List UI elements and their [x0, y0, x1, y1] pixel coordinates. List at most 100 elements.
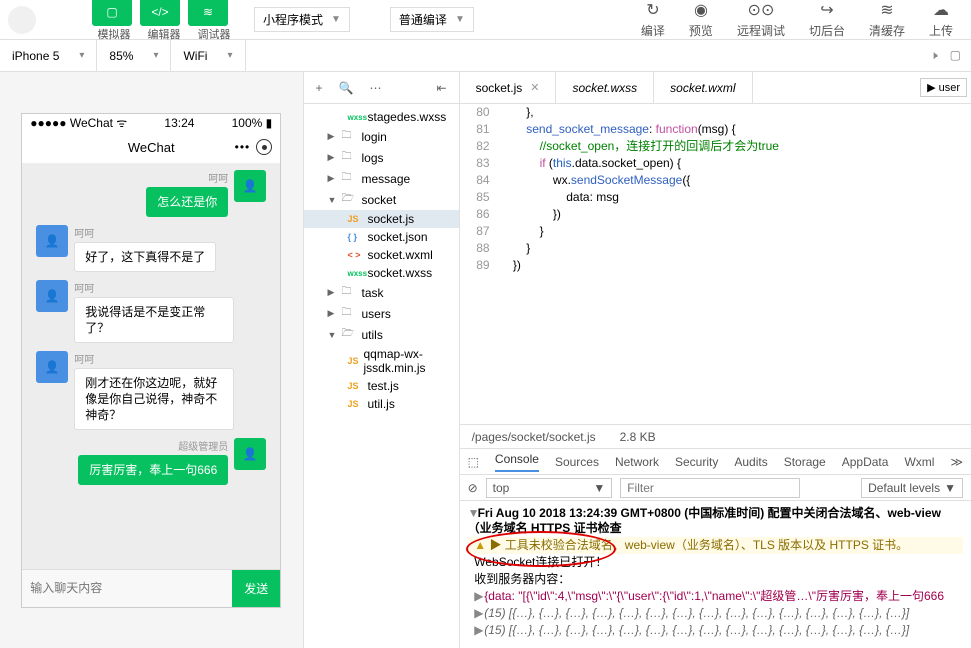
message-bubble: 我说得话是不是变正常了？: [74, 297, 234, 343]
devtools-tab[interactable]: AppData: [842, 455, 889, 469]
devtools-tab[interactable]: Storage: [784, 455, 826, 469]
message-name: 呵呵: [74, 280, 234, 295]
tree-folder[interactable]: ▶🗀task: [304, 282, 459, 303]
console-line: ▶(15) [{…}, {…}, {…}, {…}, {…}, {…}, {…}…: [468, 622, 963, 639]
tree-file[interactable]: JSqqmap-wx-jssdk.min.js: [304, 345, 459, 377]
devtools-tab[interactable]: Network: [615, 455, 659, 469]
levels-select[interactable]: Default levels ▼: [861, 478, 963, 498]
filter-input[interactable]: [620, 478, 800, 498]
devtools-tab[interactable]: Sources: [555, 455, 599, 469]
message-name: 超级管理员: [178, 438, 228, 453]
refresh-icon: ↻: [646, 0, 659, 20]
editor-tab[interactable]: socket.wxss: [556, 72, 654, 103]
devtools-tab[interactable]: Console: [495, 452, 539, 472]
collapse-icon[interactable]: ⇤: [437, 81, 447, 95]
tree-folder[interactable]: ▶🗀users: [304, 303, 459, 324]
message-name: 呵呵: [74, 225, 216, 240]
console-line: ▶(15) [{…}, {…}, {…}, {…}, {…}, {…}, {…}…: [468, 605, 963, 622]
compile-tool[interactable]: ↻编译: [631, 0, 675, 41]
message-row: 👤 呵呵我说得话是不是变正常了？: [30, 280, 272, 343]
close-icon[interactable]: ✕: [530, 81, 539, 94]
tree-file[interactable]: JStest.js: [304, 377, 459, 395]
more-icon[interactable]: ⋯: [369, 81, 381, 95]
background-tool[interactable]: ↪切后台: [799, 0, 855, 41]
clear-icon[interactable]: ⊘: [468, 481, 478, 495]
code-area[interactable]: 80818283848586878889 }, send_socket_mess…: [460, 104, 971, 424]
tree-file[interactable]: JSutil.js: [304, 395, 459, 413]
mute-icon[interactable]: 🕨: [930, 48, 938, 63]
editor-tab[interactable]: socket.wxml: [654, 72, 752, 103]
console-line: 收到服务器内容：: [468, 571, 963, 588]
cloud-icon: ☁: [933, 0, 949, 20]
chevron-down-icon: ▼: [455, 14, 465, 25]
console-line: WebSocket连接已打开！: [468, 554, 963, 571]
side-tab[interactable]: ▶ user: [920, 78, 967, 97]
console-warning: ▲ ▶ 工具未校验合法域名、web-view（业务域名）、TLS 版本以及 HT…: [468, 537, 963, 554]
rotate-icon[interactable]: ▢: [950, 48, 961, 63]
search-icon[interactable]: 🔍: [339, 81, 354, 95]
message-avatar: 👤: [234, 170, 266, 202]
debugger-button[interactable]: ≋: [188, 0, 228, 26]
time-label: 13:24: [127, 116, 231, 130]
preview-tool[interactable]: ◉预览: [679, 0, 723, 41]
clear-cache-tool[interactable]: ≋清缓存: [859, 0, 915, 41]
device-select[interactable]: iPhone 5▾: [0, 40, 97, 71]
tree-folder[interactable]: ▼🗁socket: [304, 189, 459, 210]
battery-label: 100% ▮: [232, 116, 273, 130]
upload-tool[interactable]: ☁上传: [919, 0, 963, 41]
code-lines[interactable]: }, send_socket_message: function(msg) { …: [500, 104, 971, 424]
network-select[interactable]: WiFi▾: [171, 40, 245, 71]
inspect-icon[interactable]: ⬚: [468, 455, 479, 469]
editor-tab[interactable]: socket.js✕: [460, 72, 557, 103]
carrier-label: ●●●●● WeChat ᯤ: [30, 114, 127, 131]
console-filter-bar: ⊘ top▼ Default levels ▼: [460, 475, 971, 501]
more-icon[interactable]: ≫: [950, 455, 963, 469]
phone-statusbar: ●●●●● WeChat ᯤ 13:24 100% ▮: [22, 114, 280, 132]
page-title: WeChat: [128, 140, 175, 155]
chevron-down-icon: ▼: [331, 14, 341, 25]
zoom-select[interactable]: 85%▾: [97, 40, 171, 71]
target-icon[interactable]: [256, 139, 272, 155]
tree-folder[interactable]: ▼🗁utils: [304, 324, 459, 345]
tree-file[interactable]: wxssstagedes.wxss: [304, 108, 459, 126]
add-icon[interactable]: +: [316, 81, 323, 95]
compile-dropdown[interactable]: 普通编译 ▼: [390, 7, 474, 32]
phone-frame: ●●●●● WeChat ᯤ 13:24 100% ▮ WeChat ••• 👤…: [21, 113, 281, 608]
tree-folder[interactable]: ▶🗀login: [304, 126, 459, 147]
chat-body[interactable]: 👤呵呵怎么还是你👤呵呵好了，这下真得不是了👤呵呵我说得话是不是变正常了？👤呵呵刚…: [22, 164, 280, 569]
bug-icon: ⊙⊙: [748, 0, 775, 20]
tree-file[interactable]: JSsocket.js: [304, 210, 459, 228]
message-avatar: 👤: [36, 280, 68, 312]
devtools-tab[interactable]: Audits: [734, 455, 767, 469]
editor-button[interactable]: </>: [140, 0, 180, 26]
context-select[interactable]: top▼: [486, 478, 613, 498]
layers-icon: ≋: [880, 0, 893, 20]
devtools-tab[interactable]: Wxml: [904, 455, 934, 469]
menu-icon[interactable]: •••: [235, 140, 251, 154]
chevron-down-icon: ▾: [153, 50, 158, 61]
message-name: 呵呵: [74, 351, 234, 366]
tree-file[interactable]: wxsssocket.wxss: [304, 264, 459, 282]
tree-file[interactable]: { }socket.json: [304, 228, 459, 246]
console-output[interactable]: ▼Fri Aug 10 2018 13:24:39 GMT+0800 (中国标准…: [460, 501, 971, 648]
send-button[interactable]: 发送: [232, 570, 280, 607]
mode-dropdown[interactable]: 小程序模式 ▼: [254, 7, 350, 32]
tree-file[interactable]: < >socket.wxml: [304, 246, 459, 264]
devtools-tab[interactable]: Security: [675, 455, 718, 469]
phone-navbar: WeChat •••: [22, 132, 280, 164]
console-line: ▼Fri Aug 10 2018 13:24:39 GMT+0800 (中国标准…: [468, 505, 963, 537]
device-subbar: iPhone 5▾ 85%▾ WiFi▾ 🕨 ▢: [0, 40, 971, 72]
user-avatar[interactable]: [8, 6, 36, 34]
remote-debug-tool[interactable]: ⊙⊙远程调试: [727, 0, 795, 41]
file-tree[interactable]: wxssstagedes.wxss▶🗀login▶🗀logs▶🗀message▼…: [304, 104, 459, 417]
simulator-button[interactable]: ▢: [92, 0, 132, 26]
file-explorer: + 🔍 ⋯ ⇤ wxssstagedes.wxss▶🗀login▶🗀logs▶🗀…: [303, 72, 460, 648]
editor-statusbar: /pages/socket/socket.js 2.8 KB: [460, 424, 971, 448]
chat-input[interactable]: [22, 570, 232, 607]
simulator-pane: ●●●●● WeChat ᯤ 13:24 100% ▮ WeChat ••• 👤…: [0, 72, 303, 648]
tree-folder[interactable]: ▶🗀message: [304, 168, 459, 189]
chevron-down-icon: ▾: [79, 50, 84, 61]
message-bubble: 刚才还在你这边呢，就好像是你自己说得，神奇不神奇？: [74, 368, 234, 430]
tree-folder[interactable]: ▶🗀logs: [304, 147, 459, 168]
message-bubble: 厉害厉害，奉上一句666: [78, 455, 228, 485]
